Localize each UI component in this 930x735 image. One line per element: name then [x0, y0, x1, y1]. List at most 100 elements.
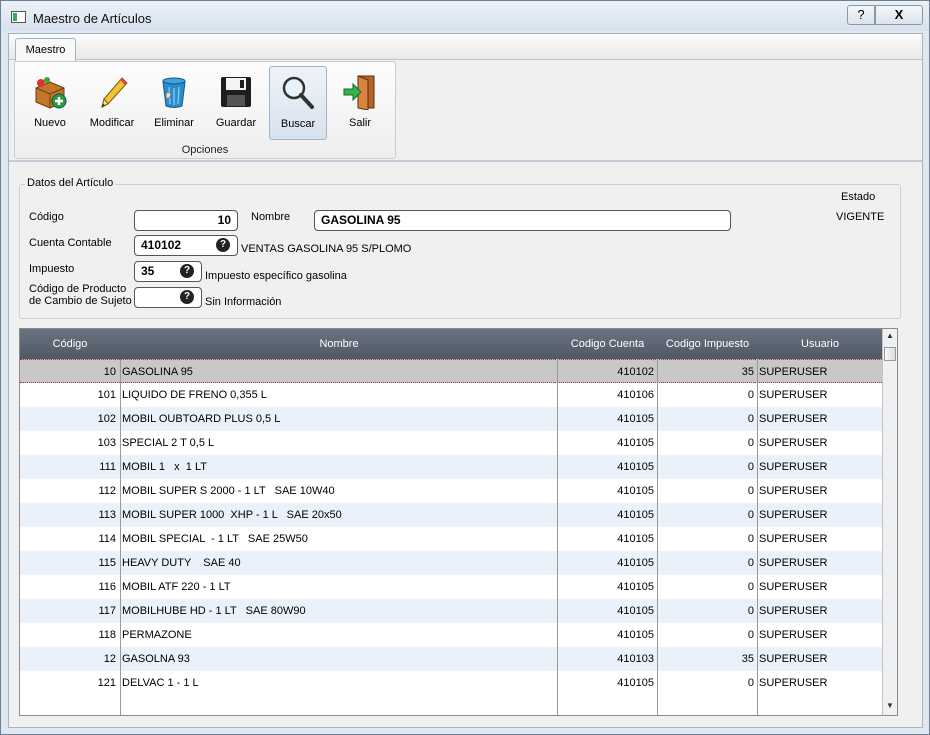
- salir-button[interactable]: Salir: [331, 66, 389, 140]
- exit-door-icon: [343, 75, 375, 110]
- window-app-icon: [11, 11, 26, 23]
- table-header: Código Nombre Codigo Cuenta Codigo Impue…: [20, 329, 882, 359]
- guardar-label: Guardar: [215, 117, 257, 129]
- cell-codigo: 113: [98, 509, 116, 521]
- table-row[interactable]: 112 MOBIL SUPER S 2000 - 1 LT SAE 10W40 41…: [20, 479, 882, 503]
- main-window: Maestro de Artículos ? X Maestro Nuevo M…: [0, 0, 930, 735]
- scroll-down-icon[interactable]: ▼: [886, 701, 894, 710]
- cell-nombre: MOBIL SUPER S 2000 - 1 LT SAE 10W40: [122, 485, 335, 497]
- codigo-field[interactable]: 10: [134, 210, 238, 231]
- cell-codigo: 118: [98, 629, 116, 641]
- guardar-button[interactable]: Guardar: [207, 66, 265, 140]
- column-header-usuario[interactable]: Usuario: [758, 329, 882, 359]
- cell-codigo-impuesto: 0: [747, 437, 754, 449]
- cell-usuario: SUPERUSER: [759, 509, 828, 521]
- table-row[interactable]: 115 HEAVY DUTY SAE 40 410105 0 SUPERUSER: [20, 551, 882, 575]
- table-row[interactable]: 12 GASOLNA 93 410103 35 SUPERUSER: [20, 647, 882, 671]
- table-row[interactable]: 121 DELVAC 1 - 1 L 410105 0 SUPERUSER: [20, 671, 882, 695]
- scroll-up-icon[interactable]: ▲: [886, 331, 894, 340]
- cell-codigo: 101: [97, 389, 116, 401]
- cell-codigo-cuenta: 410105: [617, 509, 654, 521]
- articulos-table: Código Nombre Codigo Cuenta Codigo Impue…: [19, 328, 898, 716]
- cell-usuario: SUPERUSER: [759, 629, 828, 641]
- column-divider: [657, 359, 658, 715]
- cell-usuario: SUPERUSER: [759, 461, 828, 473]
- ribbon-group-label: Opciones: [181, 144, 229, 156]
- cell-codigo-cuenta: 410105: [617, 677, 654, 689]
- cell-nombre: SPECIAL 2 T 0,5 L: [122, 437, 215, 449]
- table-row[interactable]: 101 LIQUIDO DE FRENO 0,355 L 410106 0 SUPERU…: [20, 383, 882, 407]
- column-divider: [120, 359, 121, 715]
- cell-nombre: MOBIL SPECIAL - 1 LT SAE 25W50: [122, 533, 308, 545]
- column-header-codigo[interactable]: Código: [20, 329, 120, 359]
- modificar-label: Modificar: [89, 117, 135, 129]
- cell-usuario: SUPERUSER: [759, 677, 828, 689]
- cell-codigo: 112: [98, 485, 116, 497]
- help-button[interactable]: ?: [847, 5, 875, 25]
- cell-codigo: 103: [97, 437, 116, 449]
- nombre-label: Nombre: [251, 211, 291, 223]
- cell-usuario: SUPERUSER: [759, 413, 828, 425]
- cell-usuario: SUPERUSER: [759, 389, 828, 401]
- table-row[interactable]: 102 MOBIL OUBTOARD PLUS 0,5 L 410105 0 SUPER…: [20, 407, 882, 431]
- cell-usuario: SUPERUSER: [759, 605, 828, 617]
- nombre-field[interactable]: GASOLINA 95: [314, 210, 731, 231]
- table-row[interactable]: 117 MOBILHUBE HD - 1 LT SAE 80W90 410105 0 S…: [20, 599, 882, 623]
- scrollbar-thumb[interactable]: [884, 347, 896, 361]
- column-header-codigo-cuenta[interactable]: Codigo Cuenta: [558, 329, 657, 359]
- cell-nombre: MOBIL 1 x 1 LT: [122, 461, 207, 473]
- cell-usuario: SUPERUSER: [759, 437, 828, 449]
- eliminar-label: Eliminar: [154, 117, 194, 129]
- cell-usuario: SUPERUSER: [759, 557, 828, 569]
- column-header-codigo-impuesto[interactable]: Codigo Impuesto: [658, 329, 757, 359]
- table-row[interactable]: 111 MOBIL 1 x 1 LT 410105 0 SUPERUSER: [20, 455, 882, 479]
- cell-codigo-impuesto: 0: [747, 557, 754, 569]
- column-header-nombre[interactable]: Nombre: [121, 329, 557, 359]
- table-row[interactable]: 118 PERMAZONE 410105 0 SUPERUSER: [20, 623, 882, 647]
- nuevo-button[interactable]: Nuevo: [21, 66, 79, 140]
- buscar-button[interactable]: Buscar: [269, 66, 327, 140]
- table-row[interactable]: 114 MOBIL SPECIAL - 1 LT SAE 25W50 410105 0…: [20, 527, 882, 551]
- pencil-icon: [101, 77, 128, 108]
- cell-codigo-impuesto: 0: [747, 461, 754, 473]
- cuenta-help-icon[interactable]: ?: [216, 238, 230, 252]
- cell-codigo-impuesto: 0: [747, 605, 754, 617]
- table-row[interactable]: 10 GASOLINA 95 410102 35 SUPERUSER: [20, 359, 882, 383]
- cell-nombre: MOBIL SUPER 1000 XHP - 1 L SAE 20x50: [122, 509, 342, 521]
- cell-nombre: GASOLINA 95: [122, 366, 193, 378]
- cell-codigo: 114: [98, 533, 116, 545]
- salir-label: Salir: [348, 117, 371, 129]
- table-row[interactable]: 103 SPECIAL 2 T 0,5 L 410105 0 SUPERUSER: [20, 431, 882, 455]
- cell-nombre: MOBIL ATF 220 - 1 LT: [122, 581, 231, 593]
- cell-codigo-impuesto: 0: [747, 509, 754, 521]
- cell-codigo-cuenta: 410105: [617, 533, 654, 545]
- title-bar: Maestro de Artículos ? X: [1, 1, 929, 31]
- cell-codigo: 117: [98, 605, 116, 617]
- cell-codigo-cuenta: 410102: [617, 366, 654, 378]
- ribbon-divider: [9, 160, 922, 162]
- impuesto-help-icon[interactable]: ?: [180, 264, 194, 278]
- impuesto-label: Impuesto: [29, 263, 75, 275]
- close-button[interactable]: X: [875, 5, 923, 25]
- cell-usuario: SUPERUSER: [759, 533, 828, 545]
- table-row[interactable]: 113 MOBIL SUPER 1000 XHP - 1 L SAE 20x50 4…: [20, 503, 882, 527]
- modificar-button[interactable]: Modificar: [83, 66, 141, 140]
- cell-codigo: 111: [99, 461, 116, 473]
- eliminar-button[interactable]: Eliminar: [145, 66, 203, 140]
- cps-help-icon[interactable]: ?: [180, 290, 194, 304]
- column-divider: [557, 359, 558, 715]
- codigo-label: Código: [29, 211, 64, 223]
- table-row[interactable]: 116 MOBIL ATF 220 - 1 LT 410105 0 SUPERUSER: [20, 575, 882, 599]
- cps-description: Sin Información: [205, 296, 282, 308]
- cell-codigo-cuenta: 410105: [617, 557, 654, 569]
- cell-usuario: SUPERUSER: [759, 653, 828, 665]
- estado-label: Estado: [841, 191, 876, 203]
- floppy-disk-icon: [221, 77, 251, 107]
- cps-label-line1: Código de Producto: [29, 283, 127, 295]
- cell-codigo: 116: [98, 581, 116, 593]
- vertical-scrollbar[interactable]: ▲ ▼: [882, 329, 897, 715]
- tab-maestro[interactable]: Maestro: [15, 38, 76, 61]
- cell-codigo-cuenta: 410105: [617, 437, 654, 449]
- cell-codigo-cuenta: 410105: [617, 581, 654, 593]
- cell-codigo-impuesto: 0: [747, 413, 754, 425]
